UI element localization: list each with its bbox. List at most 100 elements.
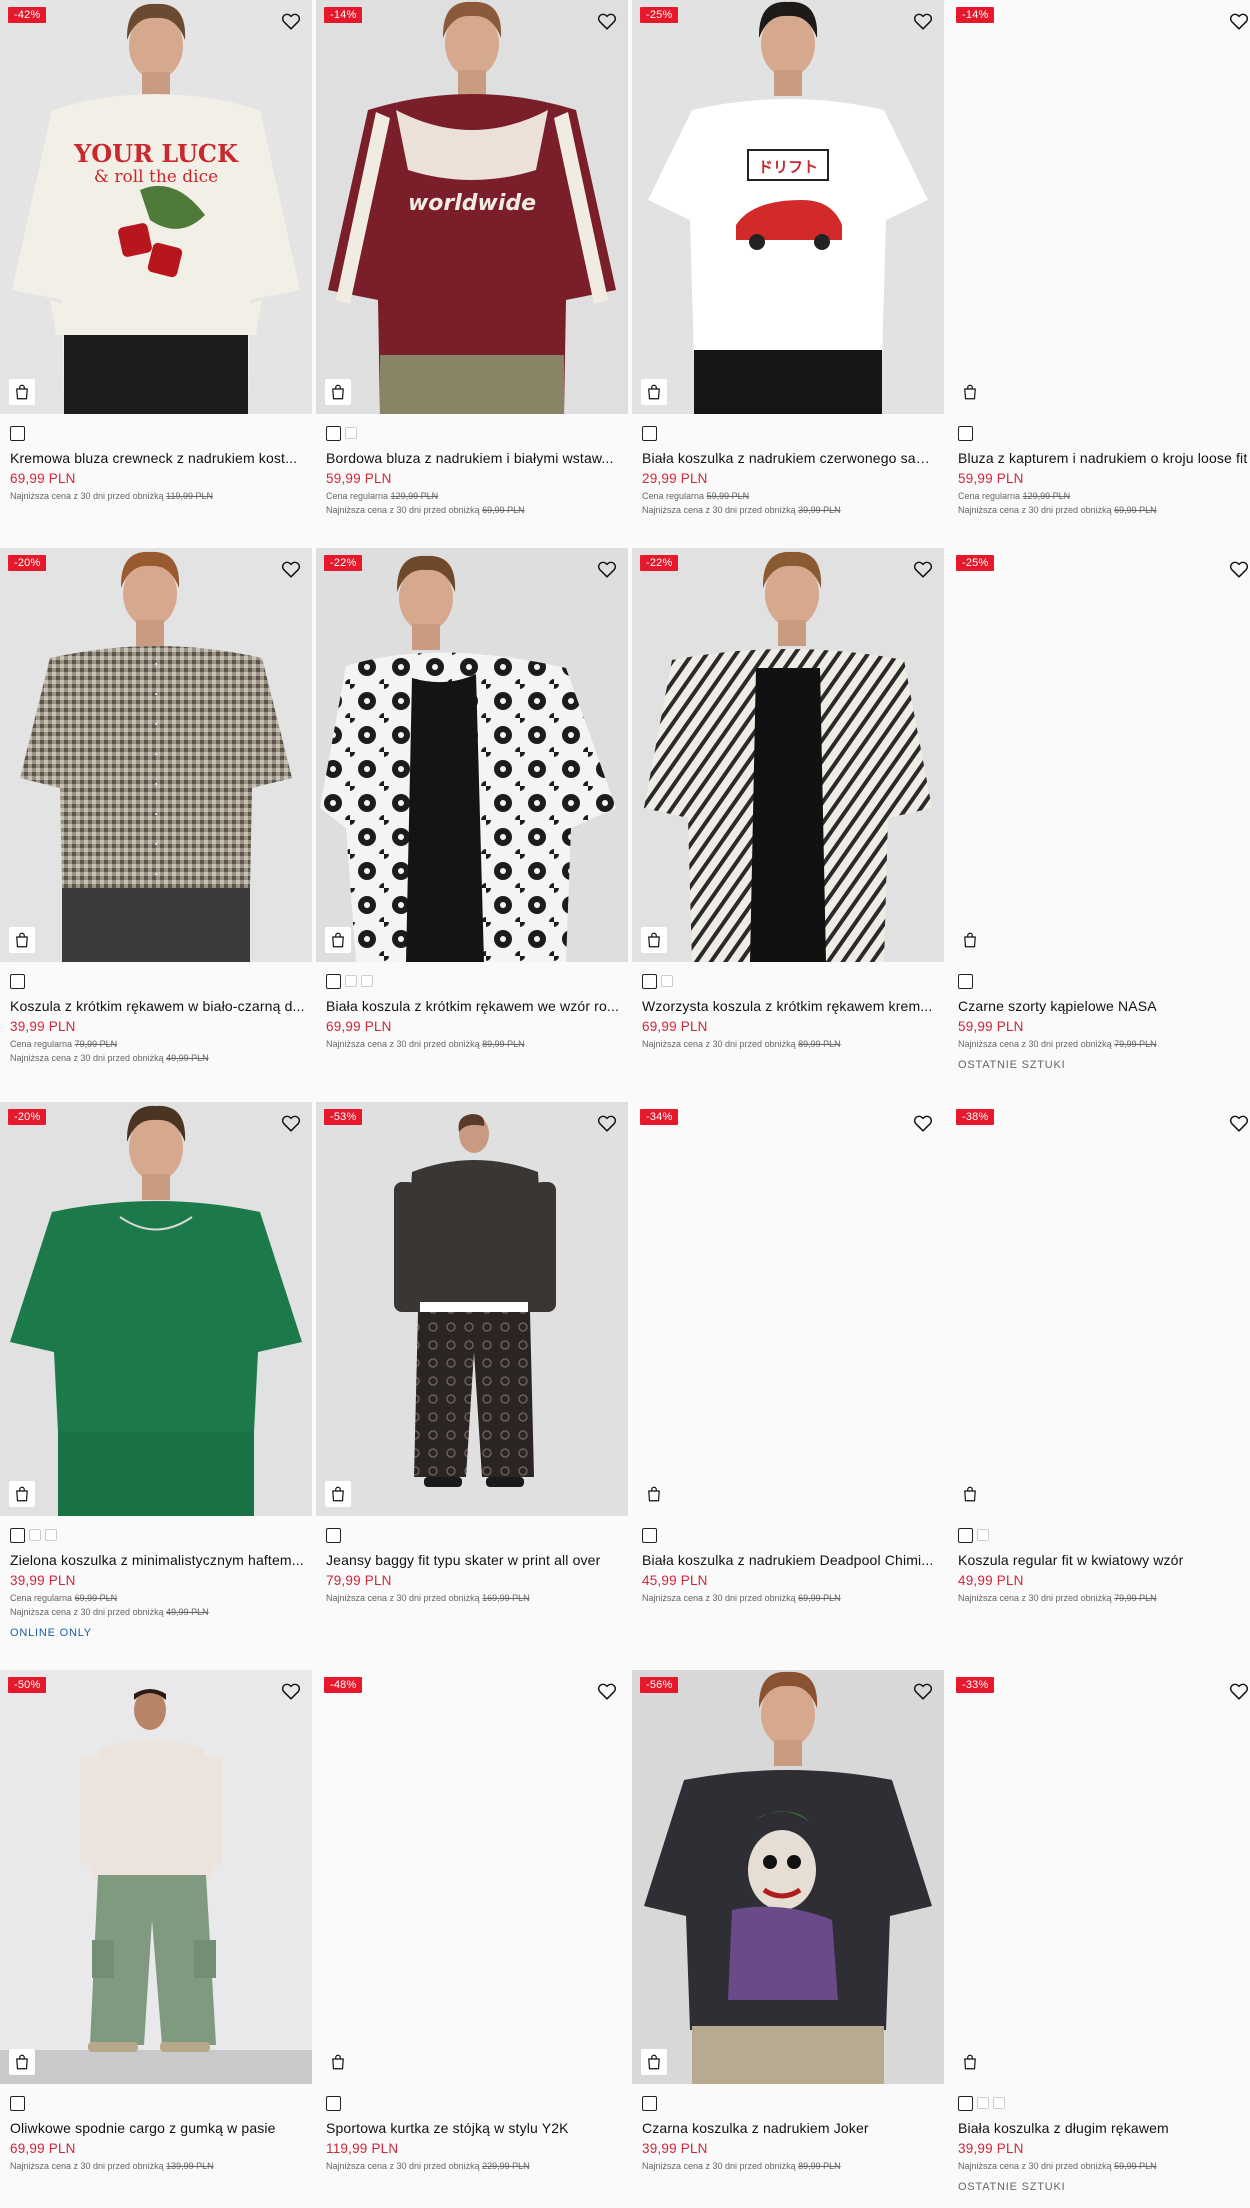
product-name[interactable]: Bluza z kapturem i nadrukiem o kroju loo…	[958, 449, 1250, 467]
product-name[interactable]: Biała koszulka z nadrukiem czerwonego sa…	[642, 449, 938, 467]
product-card[interactable]: -22% Biała koszula z krótkim rękawem we …	[316, 548, 628, 1050]
heart-outline-icon[interactable]	[596, 1112, 618, 1134]
product-image[interactable]: -56%	[632, 1670, 944, 2084]
product-card[interactable]: ドリフト -25% Biała koszulka z nadrukiem cze…	[632, 0, 944, 516]
shopping-bag-icon[interactable]	[957, 379, 983, 405]
color-swatch-selected[interactable]	[958, 2095, 973, 2111]
heart-outline-icon[interactable]	[280, 10, 302, 32]
product-image[interactable]: -38%	[948, 1102, 1250, 1516]
product-image[interactable]: -34%	[632, 1102, 944, 1516]
product-card[interactable]: -22% Wzorzysta koszula z krótkim rękawem…	[632, 548, 944, 1050]
product-name[interactable]: Koszula z krótkim rękawem w biało-czarną…	[10, 997, 306, 1015]
color-swatch-selected[interactable]	[642, 1527, 657, 1543]
product-card[interactable]: worldwide -14% Bordowa bluza z nadrukiem…	[316, 0, 628, 516]
product-card[interactable]: -33% Biała koszulka z długim rękawem 39,…	[948, 1670, 1250, 2194]
shopping-bag-icon[interactable]	[641, 379, 667, 405]
shopping-bag-icon[interactable]	[325, 379, 351, 405]
shopping-bag-icon[interactable]	[957, 927, 983, 953]
product-name[interactable]: Wzorzysta koszula z krótkim rękawem krem…	[642, 997, 938, 1015]
color-swatch-selected[interactable]	[642, 2095, 657, 2111]
color-swatch[interactable]	[977, 2097, 989, 2109]
product-card[interactable]: -14% Bluza z kapturem i nadrukiem o kroj…	[948, 0, 1250, 516]
heart-outline-icon[interactable]	[280, 558, 302, 580]
product-image[interactable]: -53%	[316, 1102, 628, 1516]
product-name[interactable]: Koszula regular fit w kwiatowy wzór	[958, 1551, 1250, 1569]
product-name[interactable]: Jeansy baggy fit typu skater w print all…	[326, 1551, 622, 1569]
product-name[interactable]: Biała koszulka z nadrukiem Deadpool Chim…	[642, 1551, 938, 1569]
shopping-bag-icon[interactable]	[641, 2049, 667, 2075]
shopping-bag-icon[interactable]	[9, 1481, 35, 1507]
product-card[interactable]: -38% Koszula regular fit w kwiatowy wzór…	[948, 1102, 1250, 1604]
shopping-bag-icon[interactable]	[325, 927, 351, 953]
product-name[interactable]: Czarna koszulka z nadrukiem Joker	[642, 2119, 938, 2137]
product-image[interactable]: YOUR LUCK & roll the dice -42%	[0, 0, 312, 414]
product-name[interactable]: Zielona koszulka z minimalistycznym haft…	[10, 1551, 306, 1569]
product-card[interactable]: YOUR LUCK & roll the dice -42% Kremowa b…	[0, 0, 312, 502]
heart-outline-icon[interactable]	[1228, 1112, 1250, 1134]
product-name[interactable]: Sportowa kurtka ze stójką w stylu Y2K	[326, 2119, 622, 2137]
product-card[interactable]: -34% Biała koszulka z nadrukiem Deadpool…	[632, 1102, 944, 1604]
color-swatch-selected[interactable]	[326, 973, 341, 989]
color-swatch[interactable]	[661, 975, 673, 987]
heart-outline-icon[interactable]	[596, 558, 618, 580]
color-swatch-selected[interactable]	[10, 973, 25, 989]
product-name[interactable]: Oliwkowe spodnie cargo z gumką w pasie	[10, 2119, 306, 2137]
product-image[interactable]: -48%	[316, 1670, 628, 2084]
product-card[interactable]: -20% Koszula z krótkim rękawem w biało-c…	[0, 548, 312, 1064]
heart-outline-icon[interactable]	[596, 1680, 618, 1702]
product-image[interactable]: ドリフト -25%	[632, 0, 944, 414]
color-swatch[interactable]	[345, 427, 357, 439]
shopping-bag-icon[interactable]	[325, 1481, 351, 1507]
product-card[interactable]: -25% Czarne szorty kąpielowe NASA 59,99 …	[948, 548, 1250, 1072]
product-card[interactable]: -53% Jeansy baggy fit typu skater w prin…	[316, 1102, 628, 1604]
product-image[interactable]: -22%	[316, 548, 628, 962]
product-image[interactable]: worldwide -14%	[316, 0, 628, 414]
product-image[interactable]: -14%	[948, 0, 1250, 414]
shopping-bag-icon[interactable]	[325, 2049, 351, 2075]
product-card[interactable]: -50% Oliwkowe spodnie cargo z gumką w pa…	[0, 1670, 312, 2172]
product-card[interactable]: -56% Czarna koszulka z nadrukiem Joker 3…	[632, 1670, 944, 2172]
shopping-bag-icon[interactable]	[9, 927, 35, 953]
product-card[interactable]: -20% Zielona koszulka z minimalistycznym…	[0, 1102, 312, 1640]
heart-outline-icon[interactable]	[912, 558, 934, 580]
heart-outline-icon[interactable]	[280, 1680, 302, 1702]
color-swatch-selected[interactable]	[958, 425, 973, 441]
heart-outline-icon[interactable]	[1228, 1680, 1250, 1702]
shopping-bag-icon[interactable]	[957, 1481, 983, 1507]
shopping-bag-icon[interactable]	[9, 379, 35, 405]
product-image[interactable]: -50%	[0, 1670, 312, 2084]
color-swatch-selected[interactable]	[10, 1527, 25, 1543]
color-swatch-selected[interactable]	[326, 2095, 341, 2111]
color-swatch-selected[interactable]	[642, 973, 657, 989]
color-swatch[interactable]	[345, 975, 357, 987]
shopping-bag-icon[interactable]	[9, 2049, 35, 2075]
color-swatch-selected[interactable]	[326, 1527, 341, 1543]
heart-outline-icon[interactable]	[1228, 558, 1250, 580]
product-image[interactable]: -25%	[948, 548, 1250, 962]
product-image[interactable]: -33%	[948, 1670, 1250, 2084]
product-image[interactable]: -20%	[0, 548, 312, 962]
heart-outline-icon[interactable]	[1228, 10, 1250, 32]
shopping-bag-icon[interactable]	[641, 1481, 667, 1507]
color-swatch[interactable]	[361, 975, 373, 987]
color-swatch-selected[interactable]	[958, 973, 973, 989]
product-image[interactable]: -22%	[632, 548, 944, 962]
heart-outline-icon[interactable]	[912, 1680, 934, 1702]
product-card[interactable]: -48% Sportowa kurtka ze stójką w stylu Y…	[316, 1670, 628, 2172]
color-swatch-selected[interactable]	[642, 425, 657, 441]
heart-outline-icon[interactable]	[912, 1112, 934, 1134]
color-swatch[interactable]	[45, 1529, 57, 1541]
shopping-bag-icon[interactable]	[957, 2049, 983, 2075]
heart-outline-icon[interactable]	[280, 1112, 302, 1134]
product-name[interactable]: Kremowa bluza crewneck z nadrukiem kost.…	[10, 449, 306, 467]
product-name[interactable]: Biała koszula z krótkim rękawem we wzór …	[326, 997, 622, 1015]
color-swatch-selected[interactable]	[10, 425, 25, 441]
heart-outline-icon[interactable]	[596, 10, 618, 32]
color-swatch[interactable]	[993, 2097, 1005, 2109]
product-name[interactable]: Biała koszulka z długim rękawem	[958, 2119, 1250, 2137]
color-swatch-selected[interactable]	[958, 1527, 973, 1543]
shopping-bag-icon[interactable]	[641, 927, 667, 953]
heart-outline-icon[interactable]	[912, 10, 934, 32]
color-swatch[interactable]	[977, 1529, 989, 1541]
color-swatch[interactable]	[29, 1529, 41, 1541]
